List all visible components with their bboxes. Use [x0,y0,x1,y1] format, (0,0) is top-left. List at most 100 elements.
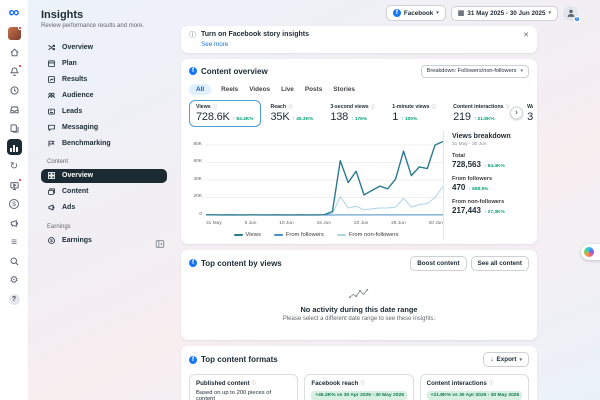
ads-icon[interactable] [7,178,22,192]
chart-legend: Views From followers From non-followers [189,232,443,240]
megaphone-icon[interactable] [7,216,22,230]
metric-label: Views [196,104,211,110]
selected-tile [7,139,22,155]
sidebar-item-label: Audience [62,92,94,99]
breakdown-dropdown[interactable]: Breakdown: Followers/non-followers ▾ [421,65,529,78]
monetization-dollar-icon[interactable]: $ [7,197,22,211]
insights-sidebar: Insights Review performance results and … [28,0,175,400]
y-tick: 0 [199,212,202,217]
metric-card-content-interactions[interactable]: Content interactionsⓘ 219↑ 21.8K% [446,100,517,127]
info-icon[interactable]: ⓘ [431,104,436,110]
close-icon[interactable]: ✕ [523,31,529,39]
breakdown-row-from-followers: From followers 470↑ 658.5% [452,176,529,193]
pages-icon[interactable] [7,121,22,135]
legend-item-from-non-followers[interactable]: From non-followers [337,232,399,238]
sidebar-item-messaging[interactable]: Messaging [41,120,167,135]
content-stack-icon [47,187,56,196]
export-button[interactable]: ↓ Export ▾ [483,352,529,367]
info-icon[interactable]: ⓘ [360,380,365,387]
gear-icon[interactable]: ⚙ [7,273,22,287]
top-content-formats-card: f Top content formats ↓ Export ▾ Publish… [181,346,537,400]
info-icon[interactable]: ⓘ [489,380,494,387]
empty-state: No activity during this date range Pleas… [189,271,529,329]
home-icon[interactable] [7,45,22,59]
tab-all[interactable]: All [189,84,211,95]
sidebar-item-label: Ads [62,204,75,211]
sidebar-item-label: Messaging [62,124,98,131]
bell-icon[interactable] [7,64,22,78]
bar [10,148,12,152]
x-tick: 31 May [206,221,222,226]
tab-videos[interactable]: Videos [248,84,271,95]
sidebar-item-plan[interactable]: Plan [41,56,167,71]
insights-bar-chart-icon[interactable] [7,140,22,154]
sidebar-item-content[interactable]: Content [41,185,167,200]
format-card-published-content: Published contentⓘ Based on up to 200 pi… [189,374,298,400]
plan-icon [47,59,56,68]
sidebar-item-ads[interactable]: Ads [41,201,167,216]
x-tick: 15 Jun [317,221,331,226]
more-menu-icon[interactable]: ≡ [7,235,22,249]
sidebar-item-audience[interactable]: Audience [41,88,167,103]
sidebar-item-label: Results [62,76,87,83]
info-icon[interactable]: ⓘ [371,104,376,110]
breakdown-row-from-non-followers: From non-followers 217,443↑ 27.3K% [452,199,529,216]
breakdown-delta: ↑ 658.5% [468,187,488,192]
grid-icon [47,171,56,180]
help-icon[interactable]: ? [7,292,22,306]
info-icon[interactable]: ⓘ [213,104,218,110]
tab-reels[interactable]: Reels [220,84,239,95]
collapse-sidebar-icon[interactable] [155,236,165,254]
boost-content-button[interactable]: Boost content [410,256,466,271]
page-title: Insights [41,9,167,21]
platform-selector-button[interactable]: f Facebook ▾ [386,5,446,21]
x-tick: 5 Jun [245,221,257,226]
refresh-clock-icon[interactable]: ↻ [7,159,22,173]
sidebar-section-earnings: Earnings [47,224,167,230]
legend-item-from-followers[interactable]: From followers [274,232,324,238]
delta-value: 100% [405,117,417,122]
breakdown-label: From non-followers [452,199,529,205]
metrics-scroll-right-button[interactable]: › [510,107,523,120]
profile-switcher-button[interactable]: f [563,6,578,21]
empty-state-title: No activity during this date range [300,305,417,314]
meta-ai-button[interactable] [581,244,600,260]
empty-state-subtitle: Please select a different date range to … [283,316,435,322]
metric-value: 728.6K [196,111,230,123]
see-all-content-button[interactable]: See all content [471,256,529,271]
breakdown-row-total: Total 728,563↑ 84.4K% [452,153,529,170]
metric-card-3-second-views[interactable]: 3-second viewsⓘ 138↑ 176% [323,100,382,127]
legend-item-views[interactable]: Views [234,232,261,238]
business-avatar[interactable] [7,26,22,40]
sidebar-item-earnings[interactable]: $Earnings [41,233,167,248]
info-icon[interactable]: ⓘ [506,104,511,110]
sidebar-item-label: Plan [62,60,77,67]
tab-posts[interactable]: Posts [304,84,323,95]
sidebar-item-content-overview[interactable]: Overview [41,169,167,184]
tab-stories[interactable]: Stories [332,84,356,95]
search-icon[interactable] [7,254,22,268]
sidebar-item-leads[interactable]: Leads [41,104,167,119]
info-icon[interactable]: ⓘ [288,104,293,110]
format-card-title: Published content [196,380,250,387]
platform-label: Facebook [404,10,433,17]
metric-card-views[interactable]: Viewsⓘ 728.6K↑ 84.4K% [189,100,261,127]
sidebar-item-benchmarking[interactable]: Benchmarking [41,136,167,151]
sidebar-item-overview[interactable]: Overview [41,40,167,55]
tab-live[interactable]: Live [280,84,295,95]
date-range-button[interactable]: ▦ 31 May 2025 - 30 Jun 2025 ▾ [451,6,558,21]
dollar-glyph: $ [9,199,19,209]
x-tick: 20 Jun [354,221,368,226]
see-more-link[interactable]: See more [201,41,309,48]
metric-card-1-minute-views[interactable]: 1-minute viewsⓘ 1↑ 100% [385,100,443,127]
info-icon[interactable]: ⓘ [252,380,257,387]
top-content-header: f Top content by views Boost content See… [189,256,529,271]
meta-logo-icon[interactable]: ∞ [7,5,22,21]
inbox-icon[interactable] [7,102,22,116]
clock-icon[interactable] [7,83,22,97]
metric-card-reach[interactable]: Reachⓘ 35K↑ 45.3K% [264,100,321,127]
breakdown-delta: ↑ 27.3K% [484,210,505,215]
breakdown-dropdown-label: Breakdown: Followers/non-followers [427,68,517,74]
metric-delta: ↑ 21.8K% [474,117,495,122]
sidebar-item-results[interactable]: Results [41,72,167,87]
